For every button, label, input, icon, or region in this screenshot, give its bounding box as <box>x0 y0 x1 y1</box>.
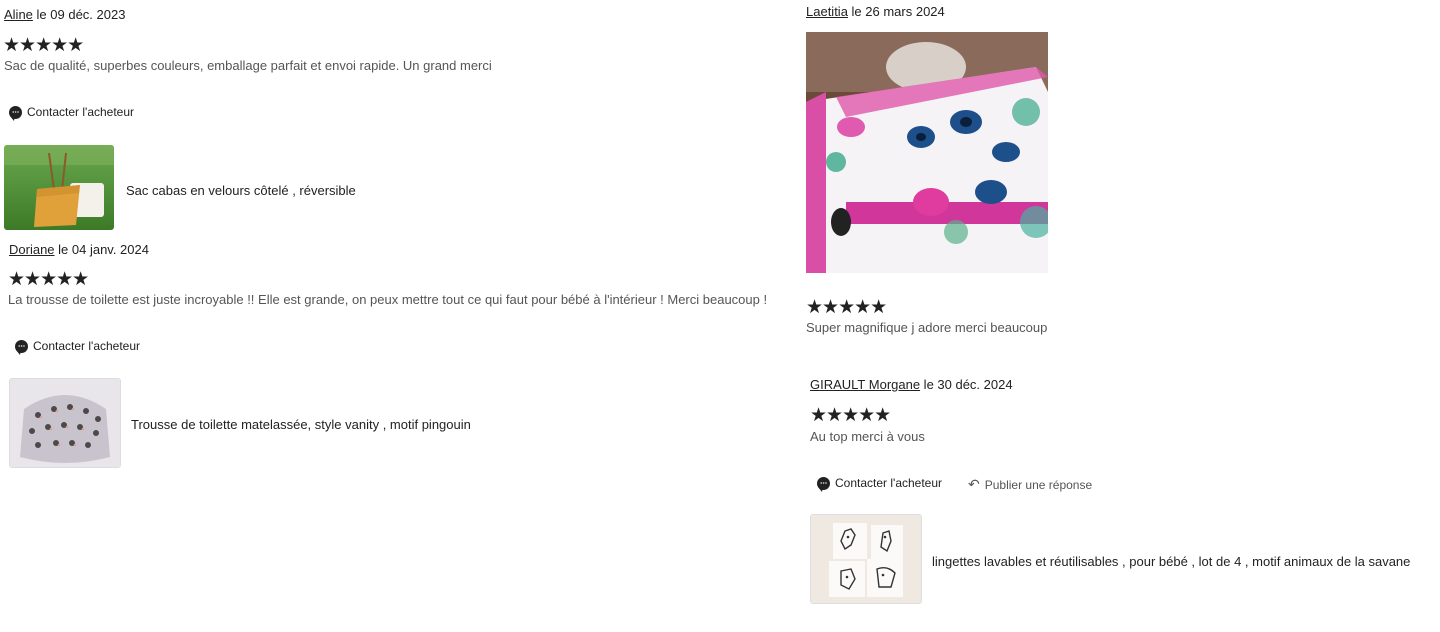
review-text: La trousse de toilette est juste incroya… <box>8 292 768 307</box>
product-thumbnail[interactable] <box>4 145 114 230</box>
star-rating: ★★★★★ <box>806 297 887 318</box>
review-text: Au top merci à vous <box>810 429 925 444</box>
product-link[interactable]: lingettes lavables et réutilisables , po… <box>932 554 1410 569</box>
review-date: le 09 déc. 2023 <box>32 7 126 22</box>
star-rating: ★★★★★ <box>8 269 89 290</box>
review-date: le 26 mars 2024 <box>847 4 945 19</box>
chat-bubble-icon <box>9 105 22 121</box>
pouch-photo <box>10 379 120 467</box>
review-header: Doriane le 04 janv. 2024 <box>9 242 149 257</box>
review-header: Aline le 09 déc. 2023 <box>4 7 125 22</box>
contact-buyer-label: Contacter l'acheteur <box>835 476 943 490</box>
review-photo[interactable] <box>806 32 1048 273</box>
contact-buyer-button[interactable]: Contacter l'acheteur <box>9 105 135 121</box>
contact-buyer-button[interactable]: Contacter l'acheteur <box>15 339 141 355</box>
chat-bubble-icon <box>817 476 830 492</box>
product-link[interactable]: Trousse de toilette matelassée, style va… <box>131 417 471 432</box>
chat-bubble-icon <box>15 339 28 355</box>
reviewer-name-link[interactable]: Aline <box>4 7 33 22</box>
review-text: Sac de qualité, superbes couleurs, embal… <box>4 58 492 73</box>
product-thumbnail[interactable] <box>810 514 922 604</box>
reviewer-name-link[interactable]: Laetitia <box>806 4 848 19</box>
panda-blanket-photo <box>806 32 1048 273</box>
reviewer-name-link[interactable]: GIRAULT Morgane <box>810 377 920 392</box>
product-thumbnail[interactable] <box>9 378 121 468</box>
wipes-photo <box>811 515 921 603</box>
reply-arrow-icon: ↶ <box>968 476 980 492</box>
contact-buyer-label: Contacter l'acheteur <box>27 105 135 119</box>
publish-reply-label: Publier une réponse <box>984 477 1093 492</box>
review-date: le 04 janv. 2024 <box>54 242 149 257</box>
star-rating: ★★★★★ <box>3 35 84 56</box>
publish-reply-button[interactable]: ↶ Publier une réponse <box>968 476 1092 493</box>
review-header: Laetitia le 26 mars 2024 <box>806 4 945 19</box>
review-header: GIRAULT Morgane le 30 déc. 2024 <box>810 377 1013 392</box>
bag-photo <box>4 145 114 230</box>
contact-buyer-button[interactable]: Contacter l'acheteur <box>817 476 943 492</box>
star-rating: ★★★★★ <box>810 405 891 426</box>
review-text: Super magnifique j adore merci beaucoup <box>806 320 1048 335</box>
product-link[interactable]: Sac cabas en velours côtelé , réversible <box>126 183 356 198</box>
reviewer-name-link[interactable]: Doriane <box>9 242 55 257</box>
review-date: le 30 déc. 2024 <box>920 377 1013 392</box>
contact-buyer-label: Contacter l'acheteur <box>33 339 141 353</box>
